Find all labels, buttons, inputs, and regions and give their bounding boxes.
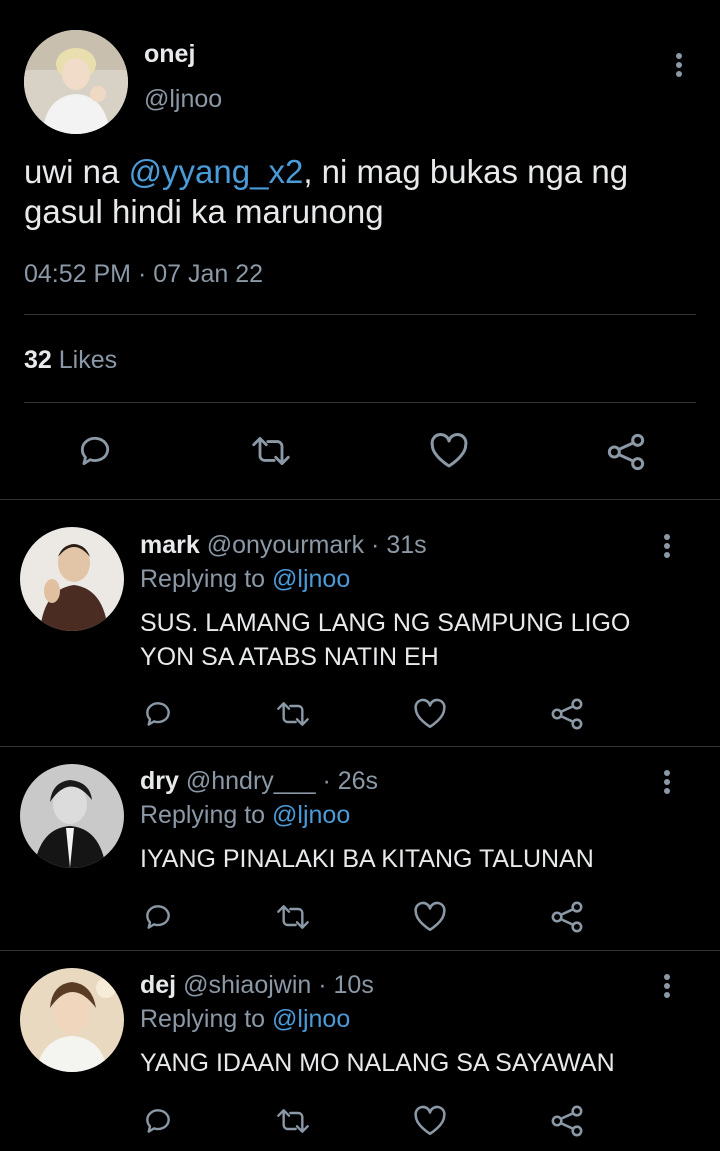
- date: 07 Jan 22: [153, 260, 264, 288]
- separator: ·: [322, 767, 331, 795]
- reply-text: IYANG PINALAKI BA KITANG TALUNAN: [140, 845, 594, 873]
- like-icon[interactable]: [413, 698, 447, 730]
- handle[interactable]: @ljnoo: [144, 85, 222, 114]
- replying-mention[interactable]: @ljnoo: [272, 1005, 350, 1033]
- replying-to: Replying to @ljnoo: [140, 1005, 350, 1034]
- reply-time: 10s: [333, 971, 374, 999]
- reply-header: mark @onyourmark · 31s: [140, 531, 427, 560]
- more-icon[interactable]: [674, 53, 684, 80]
- share-icon[interactable]: [606, 432, 646, 472]
- reply-icon[interactable]: [142, 901, 174, 933]
- retweet-icon[interactable]: [274, 901, 312, 933]
- reply-header: dej @shiaojwin · 10s: [140, 971, 374, 1000]
- replying-label: Replying to: [140, 1005, 266, 1033]
- divider: [0, 746, 720, 747]
- likes-count: 32: [24, 346, 52, 374]
- timestamp: 04:52 PM · 07 Jan 22: [24, 260, 263, 289]
- replying-to: Replying to @ljnoo: [140, 801, 350, 830]
- more-icon[interactable]: [662, 974, 672, 1001]
- display-name[interactable]: mark: [140, 531, 200, 559]
- like-icon[interactable]: [429, 432, 469, 470]
- likes-label: Likes: [58, 346, 118, 374]
- avatar[interactable]: [20, 764, 124, 868]
- retweet-icon[interactable]: [274, 1105, 312, 1137]
- handle[interactable]: @onyourmark: [207, 531, 364, 559]
- replying-mention[interactable]: @ljnoo: [272, 565, 350, 593]
- share-icon[interactable]: [550, 1104, 584, 1138]
- reply-text: SUS. LAMANG LANG NG SAMPUNG LIGO YON SA …: [140, 609, 631, 671]
- reply-text: YANG IDAAN MO NALANG SA SAYAWAN: [140, 1049, 615, 1077]
- replying-label: Replying to: [140, 801, 266, 829]
- share-icon[interactable]: [550, 900, 584, 934]
- reply-icon[interactable]: [142, 698, 174, 730]
- divider: [0, 499, 720, 500]
- separator: ·: [137, 260, 147, 288]
- handle[interactable]: @hndry___: [186, 767, 316, 795]
- like-icon[interactable]: [413, 901, 447, 933]
- more-icon[interactable]: [662, 770, 672, 797]
- reply-time: 26s: [337, 767, 379, 795]
- display-name[interactable]: onej: [144, 40, 195, 69]
- retweet-icon[interactable]: [274, 698, 312, 730]
- divider: [0, 950, 720, 951]
- more-icon[interactable]: [662, 534, 672, 561]
- replying-label: Replying to: [140, 565, 266, 593]
- time: 04:52 PM: [24, 260, 132, 288]
- reply-header: dry @hndry___ · 26s: [140, 767, 378, 796]
- reply-time: 31s: [386, 531, 427, 559]
- share-icon[interactable]: [550, 697, 584, 731]
- replying-to: Replying to @ljnoo: [140, 565, 350, 594]
- divider: [24, 314, 696, 315]
- tweet-text: uwi na @yyang_x2, ni mag bukas nga ng ga…: [24, 152, 684, 232]
- handle[interactable]: @shiaojwin: [183, 971, 311, 999]
- display-name[interactable]: dry: [140, 767, 179, 795]
- reply-icon[interactable]: [142, 1105, 174, 1137]
- divider: [24, 402, 696, 403]
- replying-mention[interactable]: @ljnoo: [272, 801, 350, 829]
- avatar[interactable]: [24, 30, 128, 134]
- reply-icon[interactable]: [76, 432, 114, 470]
- retweet-icon[interactable]: [249, 432, 293, 470]
- separator: ·: [318, 971, 327, 999]
- avatar[interactable]: [20, 527, 124, 631]
- like-icon[interactable]: [413, 1105, 447, 1137]
- avatar[interactable]: [20, 968, 124, 1072]
- likes-stat[interactable]: 32 Likes: [24, 346, 117, 375]
- separator: ·: [371, 531, 380, 559]
- display-name[interactable]: dej: [140, 971, 176, 999]
- tweet-text-part: uwi na: [24, 153, 129, 190]
- mention-link[interactable]: @yyang_x2: [129, 153, 304, 190]
